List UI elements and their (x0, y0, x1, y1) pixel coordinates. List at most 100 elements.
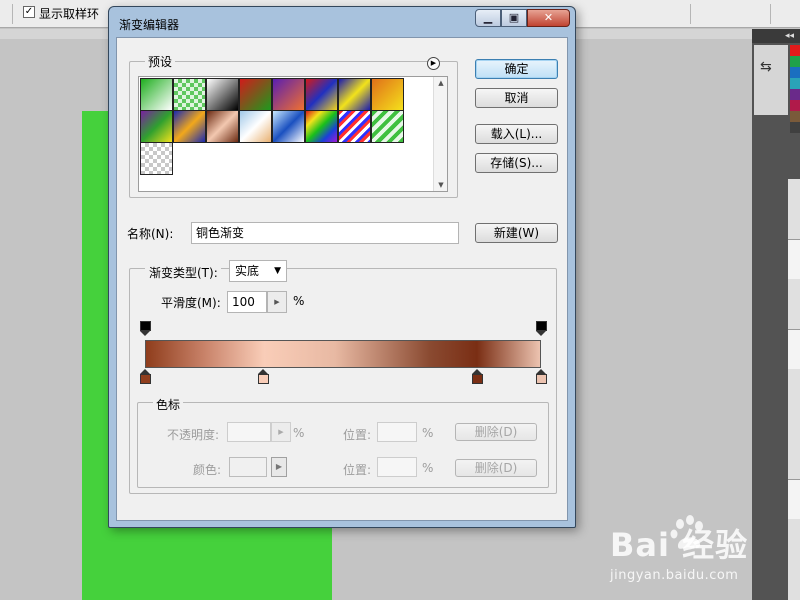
stop-tip (535, 369, 546, 374)
options-separator-right (690, 4, 691, 24)
preset-swatch[interactable] (272, 78, 305, 111)
dialog-titlebar[interactable]: 渐变编辑器 ▁ ▣ ✕ (109, 7, 575, 37)
panel-light-column (788, 179, 800, 600)
stop-color-swatch[interactable] (229, 457, 267, 477)
stops-legend: 色标 (153, 396, 184, 413)
presets-list[interactable]: ▲ ▼ (138, 76, 448, 192)
swatch-blue[interactable] (790, 67, 800, 78)
opacity-unit: % (293, 426, 305, 440)
panel-box-1[interactable] (788, 239, 800, 279)
options-separator-far-right (770, 4, 771, 24)
preset-swatch[interactable] (338, 78, 371, 111)
minimize-button[interactable]: ▁ (475, 9, 501, 27)
color-stop-marker[interactable] (535, 369, 547, 385)
opacity-stop-marker[interactable] (139, 321, 151, 337)
opacity-location-input[interactable] (377, 422, 417, 442)
save-button[interactable]: 存储(S)... (475, 153, 558, 173)
stop-body (139, 321, 151, 331)
name-label: 名称(N): (127, 227, 174, 241)
swatch-teal[interactable] (790, 78, 800, 89)
color-options-icon[interactable]: ▶ (271, 457, 287, 477)
color-location-input[interactable] (377, 457, 417, 477)
preset-swatch[interactable] (173, 110, 206, 143)
stop-body (139, 374, 151, 384)
panel-box-3[interactable] (788, 479, 800, 519)
preset-swatch[interactable] (305, 78, 338, 111)
dialog-title: 渐变编辑器 (119, 18, 180, 32)
swatch-green[interactable] (790, 56, 800, 67)
baidu-logo-text: Bai 经验 (610, 526, 749, 564)
opacity-label: 不透明度: (167, 428, 220, 442)
name-input[interactable]: 铜色渐变 (191, 222, 459, 244)
swatch-brown[interactable] (790, 111, 800, 122)
presets-legend: 预设 (145, 53, 176, 70)
gradient-editor-dialog: 渐变编辑器 ▁ ▣ ✕ 预设 ▶ ▲ ▼ 确定 取消 载入(L)... 存储(S… (108, 6, 576, 528)
stop-tip (139, 369, 150, 374)
smoothness-stepper-icon[interactable]: ▶ (267, 291, 287, 313)
swatch-strip (790, 45, 800, 155)
ok-button[interactable]: 确定 (475, 59, 558, 79)
stop-body (535, 321, 547, 331)
panel-tools: ⇆ (754, 45, 788, 115)
gradient-type-value: 实底 (235, 264, 260, 278)
color-stop-marker[interactable] (258, 369, 270, 385)
scroll-up-icon[interactable]: ▲ (434, 79, 448, 87)
close-button[interactable]: ✕ (527, 9, 570, 27)
color-stop-marker[interactable] (472, 369, 484, 385)
stop-body (472, 374, 484, 384)
preset-swatch[interactable] (206, 78, 239, 111)
preset-swatch[interactable] (206, 110, 239, 143)
opacity-stop-marker[interactable] (535, 321, 547, 337)
window-buttons: ▁ ▣ ✕ (475, 9, 570, 27)
preset-swatch[interactable] (140, 110, 173, 143)
preset-swatch[interactable] (272, 110, 305, 143)
opacity-location-unit: % (422, 426, 434, 440)
options-separator (12, 4, 13, 24)
opacity-input[interactable] (227, 422, 271, 442)
stop-body (258, 374, 270, 384)
preset-swatch[interactable] (140, 78, 173, 111)
preset-swatch[interactable] (371, 110, 404, 143)
stop-tip (258, 369, 269, 374)
scroll-down-icon[interactable]: ▼ (434, 181, 448, 189)
show-sampling-ring-checkbox[interactable]: ✓ (23, 6, 35, 18)
preset-swatch[interactable] (338, 110, 371, 143)
swatch-dark[interactable] (790, 122, 800, 133)
preset-swatch[interactable] (371, 78, 404, 111)
preset-swatch[interactable] (173, 78, 206, 111)
stop-tip (535, 331, 546, 336)
stop-body (535, 374, 547, 384)
color-location-unit: % (422, 461, 434, 475)
panel-tool-icon[interactable]: ⇆ (760, 59, 772, 75)
preset-swatch-grid (140, 78, 408, 175)
swatch-purple[interactable] (790, 89, 800, 100)
preset-swatch[interactable] (239, 78, 272, 111)
swatch-red[interactable] (790, 45, 800, 56)
gradient-preview-bar[interactable] (145, 340, 541, 368)
color-location-label: 位置: (343, 463, 372, 477)
maximize-button[interactable]: ▣ (501, 9, 527, 27)
new-button[interactable]: 新建(W) (475, 223, 558, 243)
cancel-button[interactable]: 取消 (475, 88, 558, 108)
chevron-down-icon: ▼ (274, 266, 281, 276)
show-sampling-ring-label: 显示取样环 (39, 7, 100, 21)
stop-tip (472, 369, 483, 374)
panel-box-2[interactable] (788, 329, 800, 369)
presets-scrollbar[interactable]: ▲ ▼ (433, 77, 447, 191)
color-label: 颜色: (193, 463, 222, 477)
color-stop-marker[interactable] (139, 369, 151, 385)
delete-opacity-stop-button[interactable]: 删除(D) (455, 423, 537, 441)
swatch-crimson[interactable] (790, 100, 800, 111)
dialog-client-area: 预设 ▶ ▲ ▼ 确定 取消 载入(L)... 存储(S)... 名称(N): … (116, 37, 568, 521)
gradient-type-select[interactable]: 实底 ▼ (229, 260, 287, 282)
smoothness-input[interactable]: 100 (227, 291, 267, 313)
preset-swatch[interactable] (305, 110, 338, 143)
delete-color-stop-button[interactable]: 删除(D) (455, 459, 537, 477)
preset-swatch[interactable] (239, 110, 272, 143)
presets-menu-icon[interactable]: ▶ (427, 57, 440, 70)
opacity-stepper-icon[interactable]: ▶ (271, 422, 291, 442)
panel-collapse-button[interactable]: ◂◂ (752, 29, 800, 43)
load-button[interactable]: 载入(L)... (475, 124, 558, 144)
right-panel-dock: ◂◂ ⇆ (752, 29, 800, 600)
preset-swatch[interactable] (140, 142, 173, 175)
